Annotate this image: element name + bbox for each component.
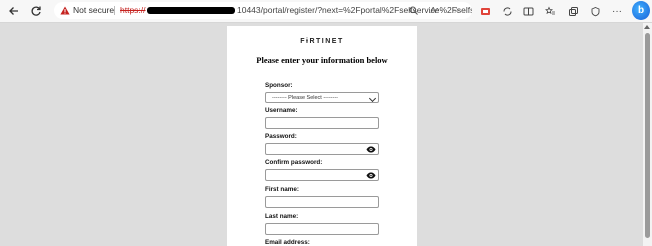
chevron-down-icon (368, 94, 377, 103)
sponsor-select[interactable]: -------- Please Select -------- (265, 92, 379, 103)
favorite-icon[interactable]: ☆ (450, 4, 463, 17)
scroll-up-arrow-icon[interactable] (644, 25, 650, 29)
first-name-input[interactable] (265, 196, 379, 208)
username-input[interactable] (265, 117, 379, 129)
url-redacted-host (147, 7, 235, 14)
registration-card: FɨRTINET Please enter your information b… (227, 26, 417, 246)
vertical-scrollbar[interactable] (643, 23, 652, 246)
page-heading: Please enter your information below (256, 55, 388, 65)
search-icon[interactable] (407, 4, 420, 17)
favorites-icon[interactable] (543, 4, 557, 18)
first-name-label: First name: (265, 186, 299, 193)
sync-icon[interactable] (500, 4, 514, 18)
show-confirm-password-eye-icon[interactable] (366, 172, 376, 179)
username-label: Username: (265, 107, 298, 114)
last-name-input[interactable] (265, 223, 379, 235)
refresh-icon[interactable] (28, 3, 44, 19)
scroll-thumb[interactable] (645, 33, 650, 238)
security-label[interactable]: Not secure (73, 2, 114, 19)
email-label: Email address: (265, 239, 310, 246)
collections-icon[interactable] (566, 4, 580, 18)
address-bar[interactable]: Not secure https:// 10443/portal/registe… (54, 2, 472, 19)
sponsor-select-value: -------- Please Select -------- (272, 95, 338, 101)
last-name-label: Last name: (265, 213, 299, 220)
url-scheme: https:// (120, 5, 146, 15)
warning-icon[interactable] (60, 6, 70, 15)
split-screen-icon[interactable] (521, 4, 535, 18)
back-icon[interactable] (6, 3, 22, 19)
sponsor-label: Sponsor: (265, 82, 293, 89)
performance-icon[interactable] (588, 4, 602, 18)
browser-toolbar: Not secure https:// 10443/portal/registe… (0, 0, 652, 23)
address-separator (114, 6, 115, 15)
confirm-password-label: Confirm password: (265, 159, 323, 166)
show-password-eye-icon[interactable] (366, 146, 376, 153)
extension-icon[interactable] (478, 4, 492, 18)
read-aloud-icon[interactable]: Aʌ (428, 4, 441, 17)
fortinet-logo: FɨRTINET (300, 38, 344, 45)
password-label: Password: (265, 133, 297, 140)
confirm-password-input[interactable] (265, 169, 379, 181)
password-input[interactable] (265, 143, 379, 155)
bing-copilot-icon[interactable]: b (632, 1, 650, 20)
more-icon[interactable]: ··· (610, 4, 624, 18)
